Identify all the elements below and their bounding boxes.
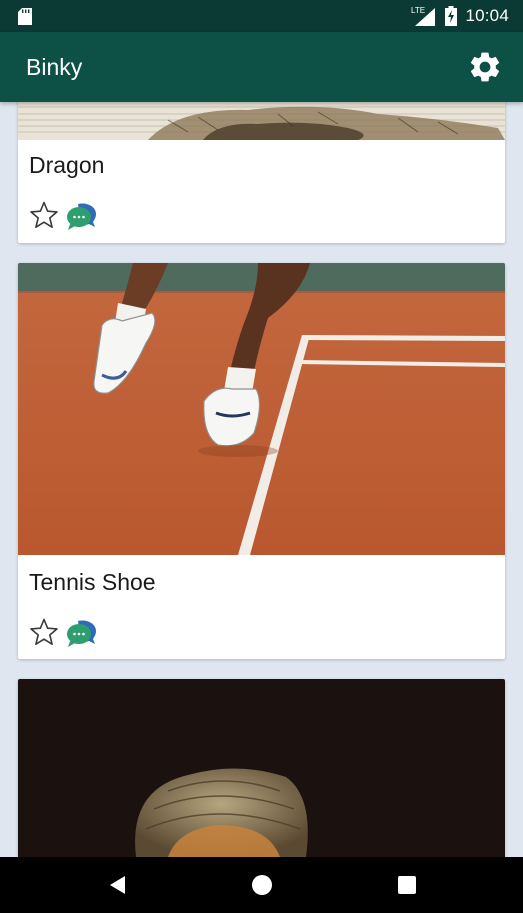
post-title: Dragon	[29, 152, 105, 178]
status-bar: LTE 10:04	[0, 0, 523, 32]
app-bar: Binky	[0, 32, 523, 102]
recents-icon[interactable]	[395, 873, 419, 897]
home-icon[interactable]	[250, 873, 274, 897]
back-icon[interactable]	[106, 873, 130, 897]
feed-list[interactable]: Dragon Tennis Shoe	[0, 102, 523, 857]
signal-icon: LTE	[411, 6, 436, 26]
post-actions	[28, 617, 98, 649]
chat-bubbles-icon[interactable]	[66, 617, 98, 649]
post-image[interactable]	[18, 679, 505, 857]
network-type: LTE	[411, 6, 425, 15]
chat-bubbles-icon[interactable]	[66, 200, 98, 232]
post-image[interactable]	[18, 263, 505, 555]
post-card-tennis-shoe[interactable]: Tennis Shoe	[18, 263, 505, 659]
post-title: Tennis Shoe	[29, 569, 156, 595]
status-time: 10:04	[465, 6, 509, 25]
system-nav-bar	[0, 857, 523, 913]
post-card-dragon[interactable]: Dragon	[18, 102, 505, 243]
gear-icon[interactable]	[467, 49, 503, 85]
sd-card-icon	[18, 8, 32, 25]
star-outline-icon[interactable]	[28, 617, 60, 649]
post-card-portrait[interactable]	[18, 679, 505, 857]
battery-charging-icon	[445, 6, 458, 26]
post-actions	[28, 200, 98, 232]
star-outline-icon[interactable]	[28, 200, 60, 232]
app-title: Binky	[26, 54, 83, 80]
post-image[interactable]	[18, 102, 505, 140]
